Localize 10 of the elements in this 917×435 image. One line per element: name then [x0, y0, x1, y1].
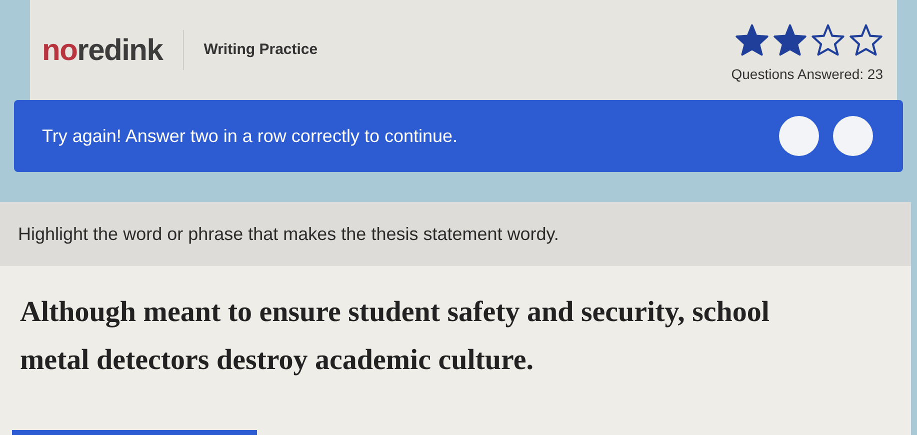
filled-star-icon: [773, 24, 807, 56]
filled-star-icon: [735, 24, 769, 56]
question-prompt: Highlight the word or phrase that makes the thesis statement wordy.: [18, 222, 559, 246]
thesis-sentence[interactable]: Although meant to ensure student safety and security, school metal detectors destroy academic culture.: [0, 266, 830, 384]
feedback-message: Try again! Answer two in a row correctly to continue.: [42, 124, 458, 148]
outline-star-icon: [849, 24, 883, 56]
questions-answered: Questions Answered: 23: [731, 64, 883, 84]
logo[interactable]: noredink: [42, 28, 163, 72]
page-title: Writing Practice: [204, 40, 318, 60]
outline-star-icon: [811, 24, 845, 56]
